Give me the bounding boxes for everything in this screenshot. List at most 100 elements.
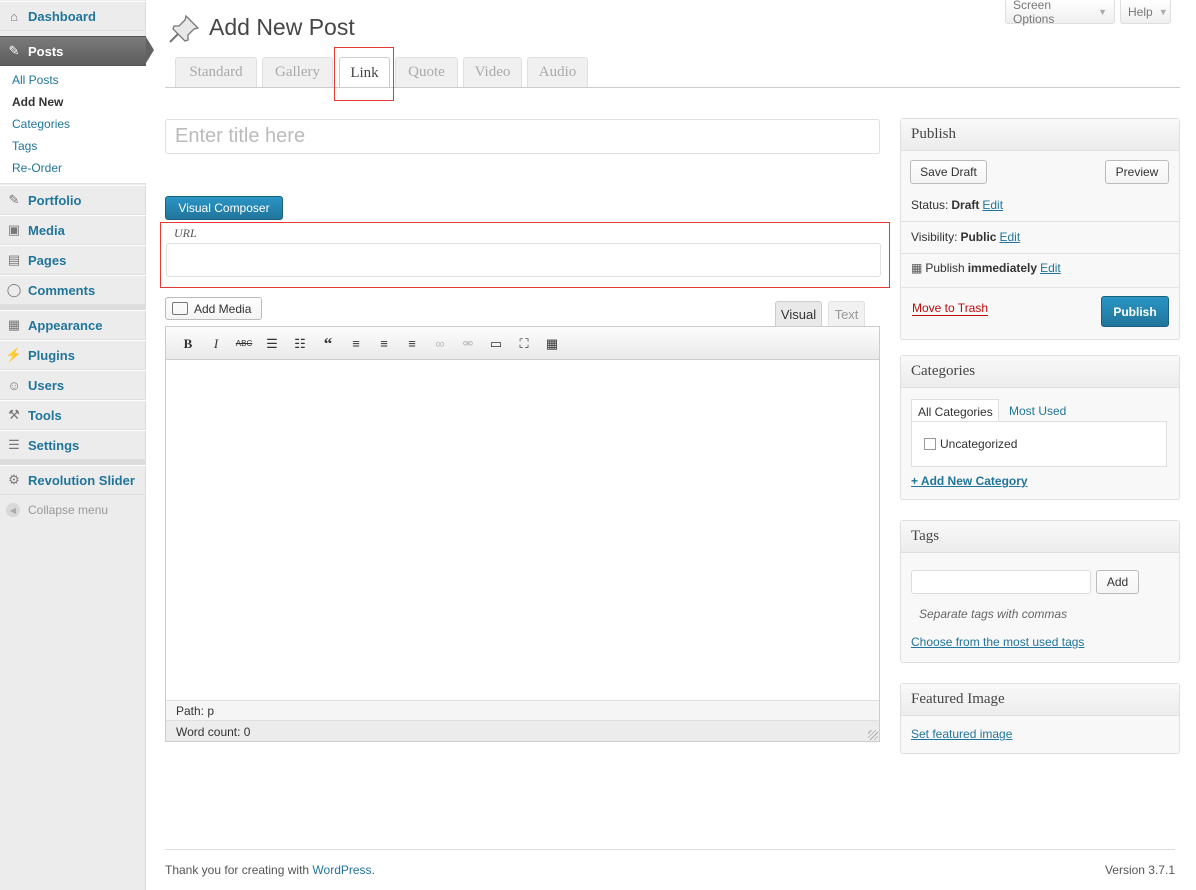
divider (901, 287, 1179, 288)
submenu-tags[interactable]: Tags (12, 139, 37, 153)
kitchen-sink-icon[interactable]: ▦ (543, 335, 561, 352)
bullet-list-icon[interactable]: ☰ (263, 335, 281, 352)
pushpin-icon: ✎ (8, 192, 20, 207)
current-menu-arrow (146, 37, 154, 63)
format-tab-gallery[interactable]: Gallery (262, 57, 333, 87)
add-media-icon (172, 302, 188, 315)
tools-icon: ⚒ (8, 407, 20, 422)
editor-toolbar: B I ABC ☰ ☷ “ ≡ ≡ ≡ ∞ ⚮ ▭ ⛶ ▦ (166, 327, 879, 360)
menu-appearance[interactable]: ▦ Appearance (0, 310, 146, 340)
numbered-list-icon[interactable]: ☷ (291, 335, 309, 352)
categories-box-title: Categories (901, 356, 1179, 388)
post-content-editor: B I ABC ☰ ☷ “ ≡ ≡ ≡ ∞ ⚮ ▭ ⛶ ▦ Path: p Wo… (165, 326, 880, 742)
featured-image-box: Featured Image Set featured image (900, 683, 1180, 754)
bold-icon[interactable]: B (179, 335, 197, 352)
collapse-arrow-icon: ◀ (6, 503, 20, 517)
pages-icon: ▤ (7, 252, 21, 267)
add-media-button[interactable]: Add Media (165, 297, 262, 320)
submenu-add-new[interactable]: Add New (12, 95, 63, 109)
italic-icon[interactable]: I (207, 335, 225, 352)
resize-handle[interactable] (868, 730, 878, 740)
schedule-value: immediately (967, 261, 1038, 275)
format-tab-quote[interactable]: Quote (395, 57, 458, 87)
comments-icon: ◯ (6, 282, 22, 297)
move-to-trash-link[interactable]: Move to Trash (912, 301, 989, 316)
menu-portfolio[interactable]: ✎ Portfolio (0, 185, 146, 215)
menu-tools[interactable]: ⚒ Tools (0, 400, 146, 430)
format-tab-audio[interactable]: Audio (527, 57, 588, 87)
choose-most-used-tags-link[interactable]: Choose from the most used tags (911, 635, 1084, 649)
tag-input[interactable] (911, 570, 1091, 594)
dashboard-icon: ⌂ (10, 8, 18, 24)
visibility-row: Visibility: Public Edit (911, 230, 1021, 244)
pushpin-icon: ✎ (8, 43, 20, 58)
publish-box-title: Publish (901, 119, 1179, 151)
align-right-icon[interactable]: ≡ (403, 335, 421, 352)
format-tab-standard[interactable]: Standard (175, 57, 257, 87)
post-title-input[interactable] (165, 119, 880, 154)
set-featured-image-link[interactable]: Set featured image (911, 727, 1012, 741)
menu-revolution-slider[interactable]: ⚙ Revolution Slider (0, 465, 146, 495)
menu-comments[interactable]: ◯ Comments (0, 275, 146, 305)
visibility-value: Public (960, 230, 997, 244)
menu-users[interactable]: ☺ Users (0, 370, 146, 400)
menu-plugins[interactable]: ⚡ Plugins (0, 340, 146, 370)
publish-box: Publish Save Draft Preview Status: Draft… (900, 118, 1180, 340)
blockquote-icon[interactable]: “ (319, 334, 337, 353)
wordpress-link[interactable]: WordPress (312, 863, 371, 877)
publish-button[interactable]: Publish (1101, 296, 1169, 327)
footer-thanks: Thank you for creating with WordPress. (165, 863, 375, 877)
menu-media[interactable]: ▣ Media (0, 215, 146, 245)
add-tag-button[interactable]: Add (1096, 570, 1139, 594)
category-item[interactable]: Uncategorized (924, 437, 1017, 451)
link-icon[interactable]: ∞ (431, 335, 449, 352)
menu-posts[interactable]: ✎ Posts (0, 36, 146, 66)
plugins-icon: ⚡ (5, 347, 23, 362)
schedule-edit-link[interactable]: Edit (1040, 261, 1061, 275)
editor-tab-visual[interactable]: Visual (775, 301, 822, 327)
featured-image-box-title: Featured Image (901, 684, 1179, 716)
menu-settings[interactable]: ☰ Settings (0, 430, 146, 460)
visibility-edit-link[interactable]: Edit (999, 230, 1020, 244)
visual-composer-button[interactable]: Visual Composer (165, 196, 283, 220)
chevron-down-icon: ▼ (1098, 6, 1107, 17)
category-checkbox[interactable] (924, 438, 936, 450)
align-left-icon[interactable]: ≡ (347, 335, 365, 352)
strikethrough-icon[interactable]: ABC (235, 335, 253, 352)
url-input[interactable] (166, 243, 881, 277)
schedule-row: ▦ Publish immediately Edit (911, 261, 1061, 275)
footer-version: Version 3.7.1 (1104, 863, 1175, 877)
fullscreen-icon[interactable]: ⛶ (515, 335, 533, 352)
collapse-menu[interactable]: ◀ Collapse menu (6, 503, 108, 517)
save-draft-button[interactable]: Save Draft (910, 160, 987, 184)
preview-button[interactable]: Preview (1105, 160, 1169, 184)
menu-dashboard[interactable]: ⌂ Dashboard (0, 1, 146, 31)
url-label: URL (174, 226, 197, 240)
chevron-down-icon: ▼ (1158, 6, 1168, 17)
media-icon: ▣ (7, 222, 21, 237)
tab-all-categories[interactable]: All Categories (911, 399, 999, 423)
submenu-all-posts[interactable]: All Posts (12, 73, 59, 87)
settings-icon: ☰ (8, 437, 20, 452)
pushpin-icon (169, 14, 200, 43)
editor-path: Path: p (166, 700, 879, 720)
admin-sidebar: ⌂ Dashboard ✎ Posts All Posts Add New Cate… (0, 0, 146, 890)
help-button[interactable]: Help ▼ (1120, 0, 1171, 24)
add-new-category-link[interactable]: + Add New Category (911, 474, 1028, 488)
unlink-icon[interactable]: ⚮ (459, 335, 477, 352)
tab-most-used[interactable]: Most Used (1009, 399, 1066, 423)
editor-tab-text[interactable]: Text (828, 301, 865, 327)
divider (901, 221, 1179, 222)
users-icon: ☺ (7, 377, 21, 393)
link-tab-highlight (334, 47, 394, 101)
submenu-categories[interactable]: Categories (12, 117, 70, 131)
screen-options-button[interactable]: Screen Options ▼ (1005, 0, 1115, 26)
format-tab-video[interactable]: Video (463, 57, 522, 87)
footer-divider (165, 849, 1175, 850)
tags-hint: Separate tags with commas (919, 607, 1068, 621)
read-more-icon[interactable]: ▭ (487, 335, 505, 352)
menu-pages[interactable]: ▤ Pages (0, 245, 146, 275)
submenu-re-order[interactable]: Re-Order (12, 161, 62, 175)
status-edit-link[interactable]: Edit (982, 198, 1003, 212)
align-center-icon[interactable]: ≡ (375, 335, 393, 352)
